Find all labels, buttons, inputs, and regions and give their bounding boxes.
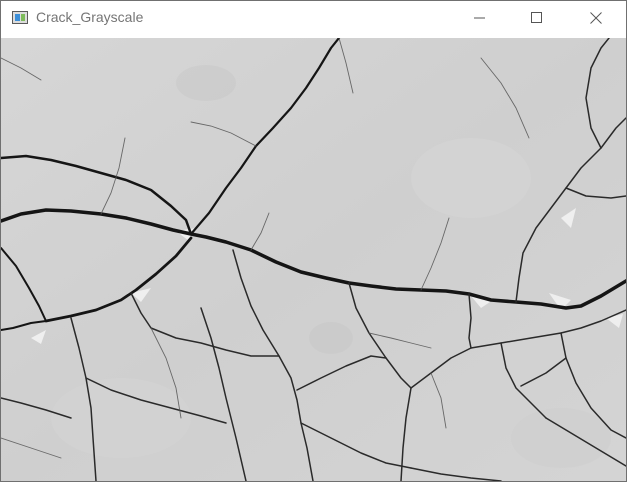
app-window: Crack_Grayscale	[0, 0, 627, 482]
maximize-icon	[531, 12, 542, 23]
maximize-button[interactable]	[514, 1, 560, 35]
minimize-icon	[474, 17, 485, 19]
close-button[interactable]	[573, 1, 619, 35]
window-title: Crack_Grayscale	[36, 9, 144, 25]
close-icon	[590, 12, 602, 24]
title-bar[interactable]: Crack_Grayscale	[1, 1, 626, 35]
app-icon	[12, 11, 28, 24]
image-canvas	[1, 38, 626, 481]
minimize-button[interactable]	[457, 1, 503, 35]
cracked-concrete-image	[1, 38, 626, 481]
